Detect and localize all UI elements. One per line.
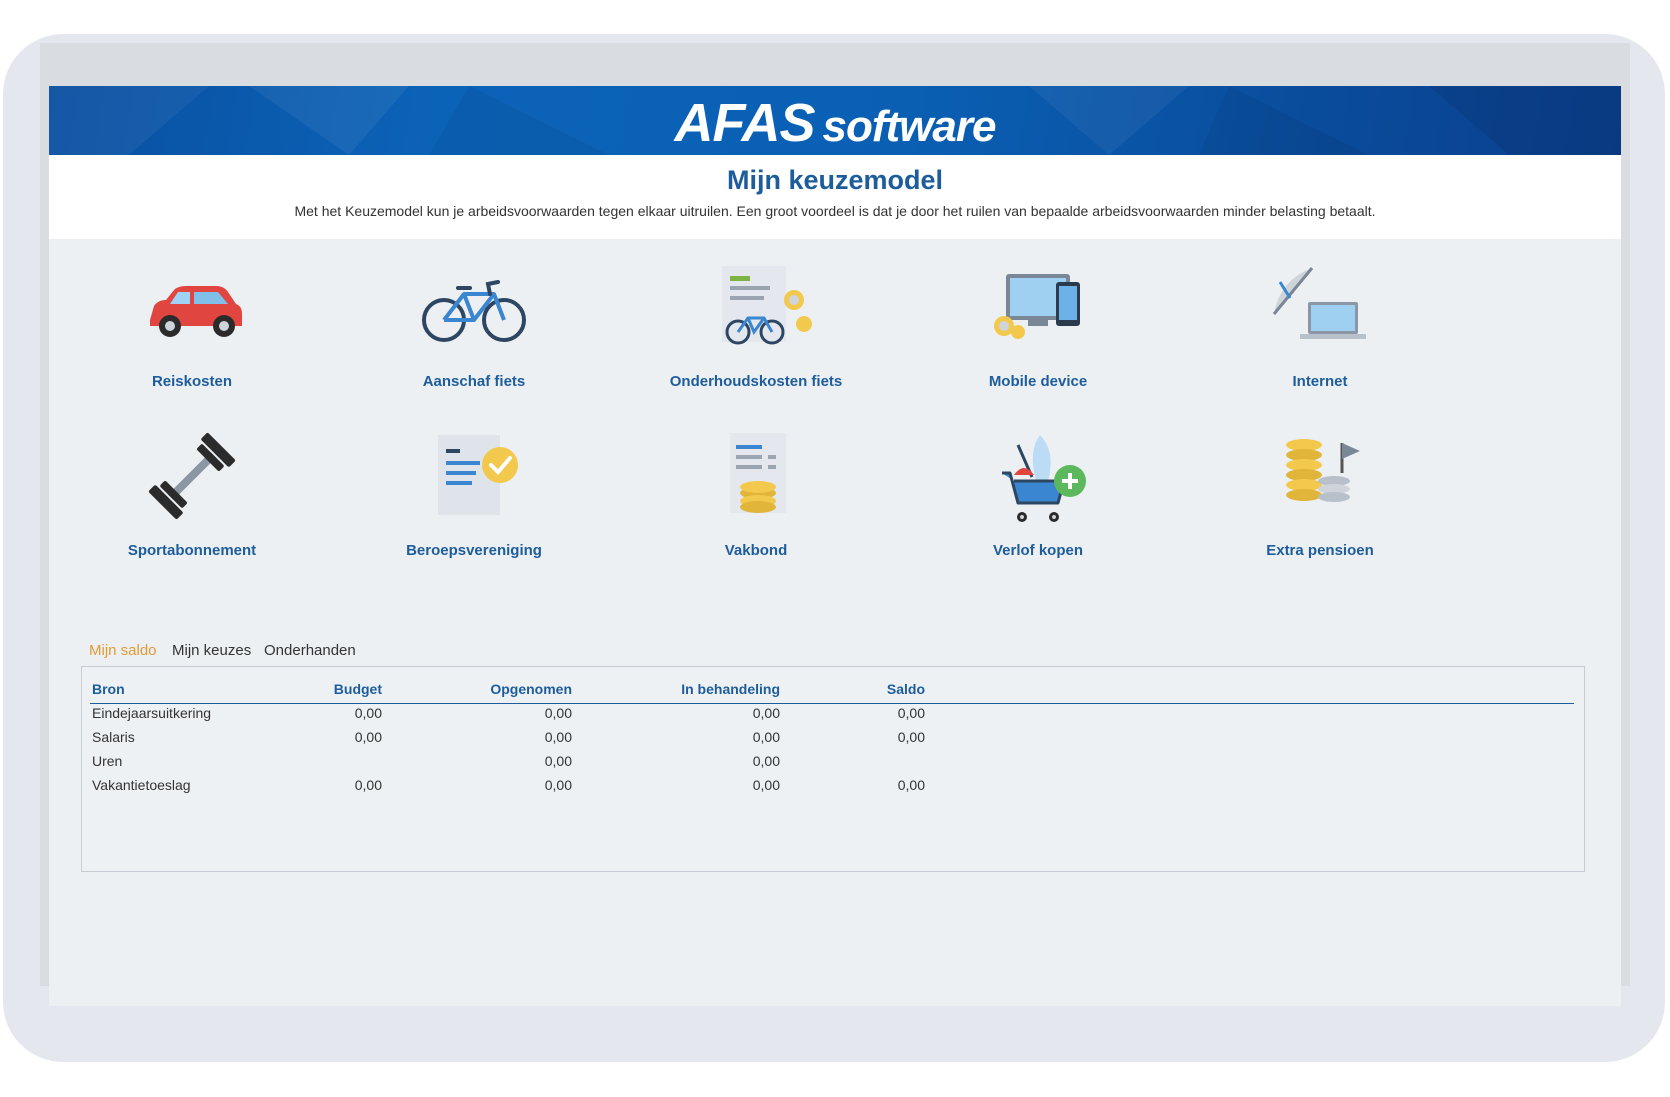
- tile-onderhoudskosten-fiets[interactable]: Onderhoudskosten fiets: [646, 262, 866, 422]
- cell-budget: 0,00: [354, 777, 382, 793]
- tile-label: Verlof kopen: [992, 542, 1084, 559]
- cell-saldo: 0,00: [897, 705, 925, 721]
- tab-onderhanden[interactable]: Onderhanden: [264, 642, 356, 659]
- tile-label: Aanschaf fiets: [422, 373, 526, 390]
- cell-bron: Eindejaarsuitkering: [92, 705, 212, 721]
- tile-label: Internet: [1292, 373, 1348, 390]
- tile-label: Mobile device: [988, 373, 1088, 390]
- column-header-bron[interactable]: Bron: [92, 681, 125, 697]
- cell-in-behandeling: 0,00: [752, 777, 780, 793]
- cell-budget: 0,00: [354, 729, 382, 745]
- certificate-icon: [438, 435, 518, 515]
- cell-opgenomen: 0,00: [544, 729, 572, 745]
- tile-label: Beroepsvereniging: [406, 542, 542, 559]
- tab-mijn-saldo[interactable]: Mijn saldo: [89, 642, 157, 659]
- bicycle-icon: [422, 280, 526, 342]
- cell-bron: Vakantietoeslag: [92, 777, 191, 793]
- cell-budget: 0,00: [354, 705, 382, 721]
- cell-opgenomen: 0,00: [544, 753, 572, 769]
- tile-label: Onderhoudskosten fiets: [669, 373, 843, 390]
- bike-maintenance-icon: [722, 266, 812, 345]
- saldo-table: Bron Budget Opgenomen In behandeling Sal…: [81, 666, 1585, 872]
- tile-internet[interactable]: Internet: [1210, 262, 1430, 402]
- cell-saldo: 0,00: [897, 729, 925, 745]
- app-screen: AFAS software Mijn keuzemodel Met het Keu…: [49, 86, 1621, 1006]
- brand-banner: AFAS software: [49, 86, 1621, 155]
- internet-icon: [1272, 267, 1366, 339]
- column-header-opgenomen[interactable]: Opgenomen: [442, 681, 572, 697]
- cell-in-behandeling: 0,00: [752, 705, 780, 721]
- page-header: Mijn keuzemodel Met het Keuzemodel kun j…: [49, 155, 1621, 239]
- logo-primary: AFAS: [674, 93, 816, 153]
- cell-in-behandeling: 0,00: [752, 729, 780, 745]
- cell-bron: Salaris: [92, 729, 135, 745]
- column-header-in-behandeling[interactable]: In behandeling: [630, 681, 780, 697]
- page-description: Met het Keuzemodel kun je arbeidsvoorwaa…: [294, 203, 1376, 219]
- logo-secondary: software: [822, 102, 997, 151]
- car-icon: [150, 286, 242, 337]
- column-header-saldo[interactable]: Saldo: [822, 681, 925, 697]
- tile-extra-pensioen[interactable]: Extra pensioen: [1210, 431, 1430, 571]
- mobile-device-icon: [994, 274, 1080, 339]
- tile-aanschaf-fiets[interactable]: Aanschaf fiets: [364, 262, 584, 402]
- cell-saldo: 0,00: [897, 777, 925, 793]
- afas-logo: AFAS software: [49, 92, 1621, 154]
- dumbbell-icon: [148, 432, 236, 520]
- column-header-budget[interactable]: Budget: [282, 681, 382, 697]
- tile-mobile-device[interactable]: Mobile device: [928, 262, 1148, 402]
- tile-label: Reiskosten: [151, 373, 233, 390]
- tile-vakbond[interactable]: Vakbond: [646, 431, 866, 571]
- cell-opgenomen: 0,00: [544, 777, 572, 793]
- page-title: Mijn keuzemodel: [726, 165, 944, 195]
- tab-mijn-keuzes[interactable]: Mijn keuzes: [172, 642, 251, 659]
- union-icon: [730, 433, 786, 513]
- tile-label: Vakbond: [724, 542, 788, 559]
- tile-verlof-kopen[interactable]: Verlof kopen: [928, 431, 1148, 571]
- tile-label: Extra pensioen: [1266, 542, 1374, 559]
- cell-bron: Uren: [92, 753, 123, 769]
- coins-flag-icon: [1286, 439, 1360, 502]
- tile-sportabonnement[interactable]: Sportabonnement: [82, 431, 302, 571]
- header-divider: [90, 703, 1574, 704]
- tile-reiskosten[interactable]: Reiskosten: [82, 262, 302, 402]
- cell-opgenomen: 0,00: [544, 705, 572, 721]
- tile-label: Sportabonnement: [127, 542, 257, 559]
- shopping-cart-icon: [1002, 435, 1086, 522]
- tile-beroepsvereniging[interactable]: Beroepsvereniging: [364, 431, 584, 571]
- cell-in-behandeling: 0,00: [752, 753, 780, 769]
